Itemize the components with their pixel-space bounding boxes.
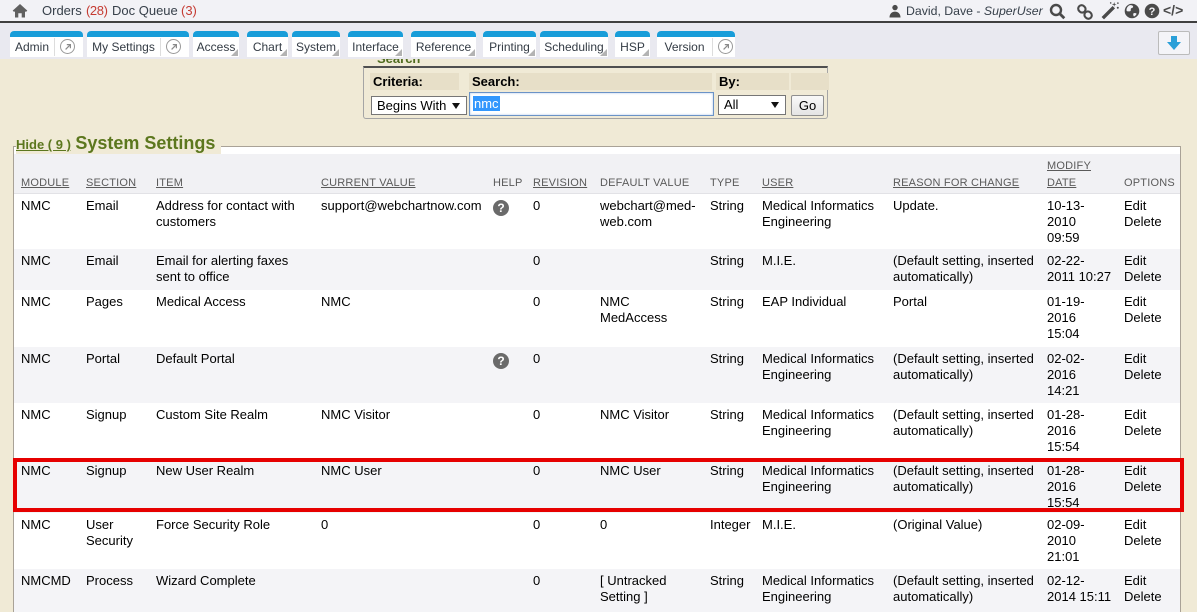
svg-text:?: ? [1149,6,1156,18]
